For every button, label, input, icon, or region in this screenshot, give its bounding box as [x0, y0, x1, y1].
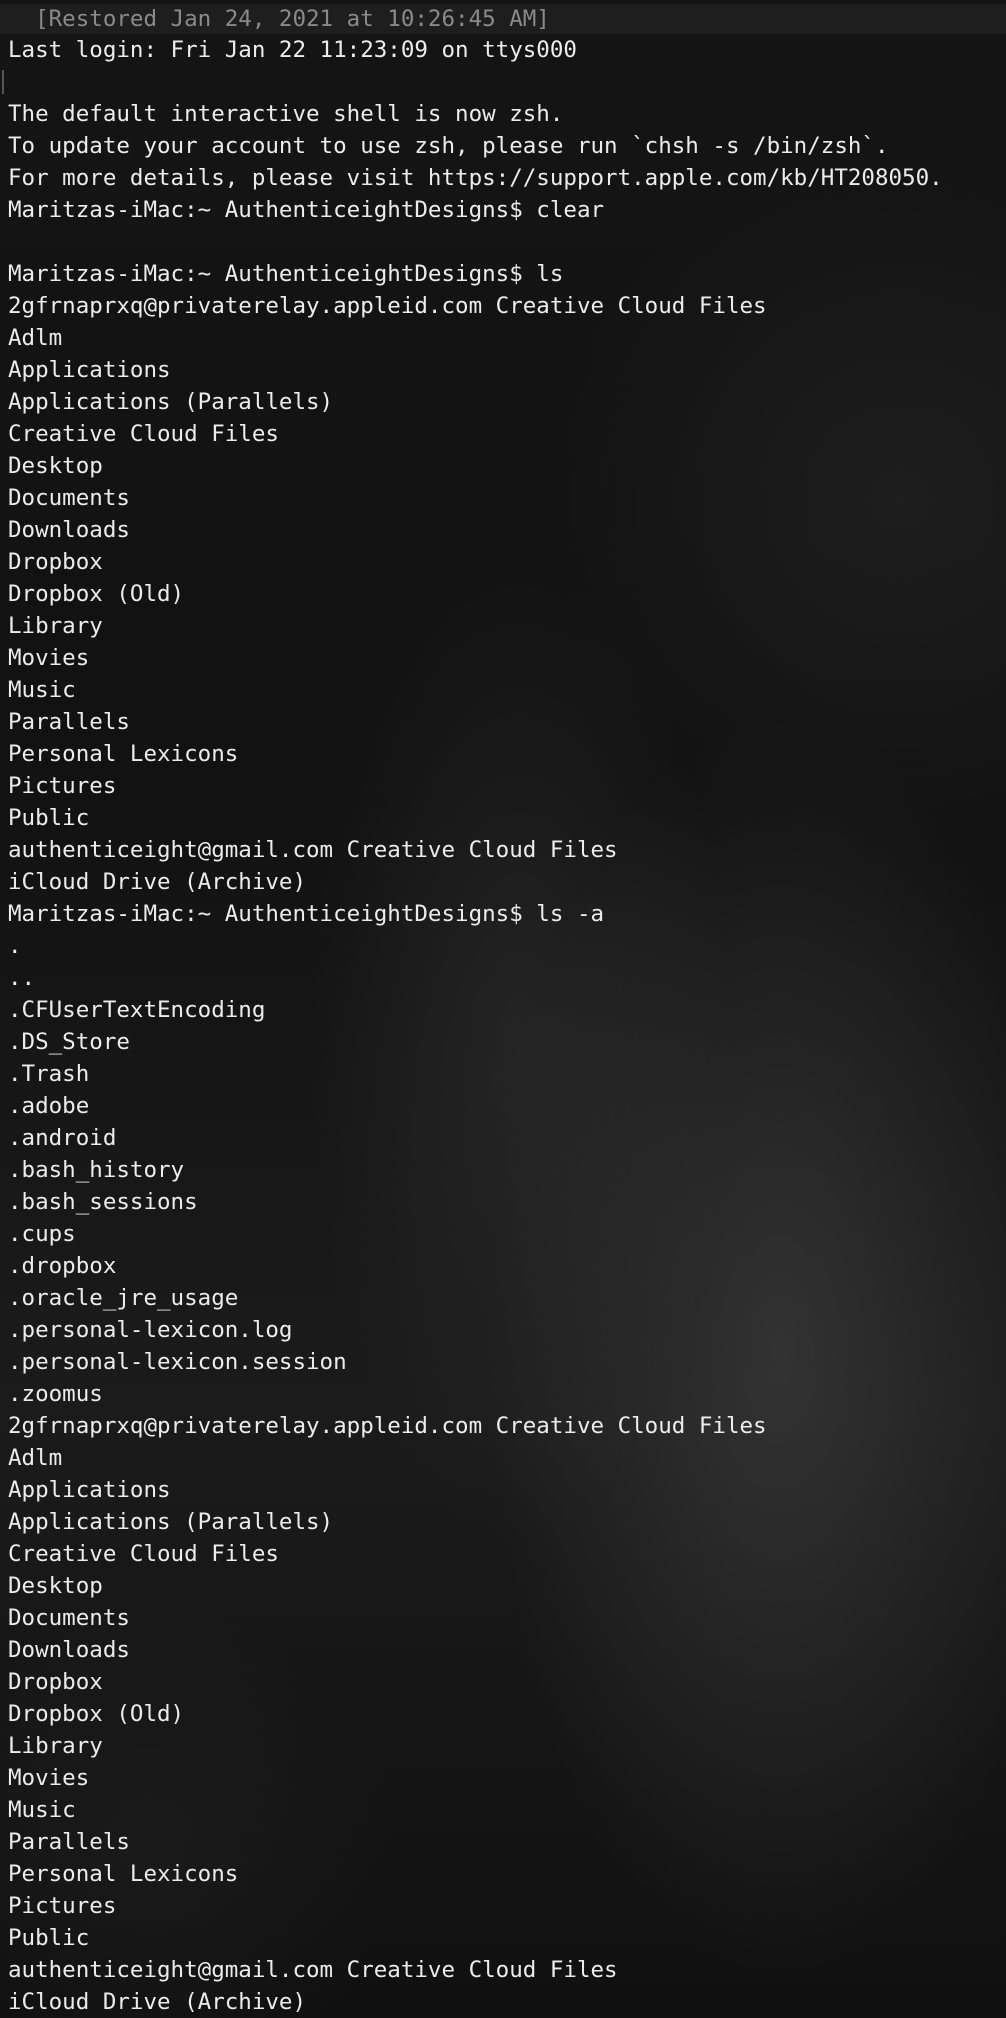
terminal-line: iCloud Drive (Archive): [8, 1989, 307, 2015]
terminal-line: Public: [8, 805, 90, 831]
terminal-line: Maritzas-iMac:~ AuthenticeightDesigns$ l…: [8, 901, 605, 927]
terminal-line: Applications (Parallels): [8, 389, 334, 415]
terminal-line: Movies: [8, 645, 90, 671]
terminal-line: Dropbox (Old): [8, 1701, 185, 1727]
terminal-line: To update your account to use zsh, pleas…: [8, 133, 889, 159]
terminal-line: iCloud Drive (Archive): [8, 869, 307, 895]
terminal-line: .adobe: [8, 1093, 90, 1119]
terminal-line: Personal Lexicons: [8, 741, 239, 767]
terminal-line: .bash_sessions: [8, 1189, 198, 1215]
cursor-marker: [2, 70, 4, 94]
terminal-line: Documents: [8, 485, 130, 511]
terminal-line: authenticeight@gmail.com Creative Cloud …: [8, 837, 618, 863]
terminal-line: Dropbox: [8, 549, 103, 575]
terminal-line: Pictures: [8, 1893, 117, 1919]
terminal-line: Maritzas-iMac:~ AuthenticeightDesigns$ c…: [8, 197, 605, 223]
terminal-line: Applications: [8, 357, 171, 383]
terminal-line: .zoomus: [8, 1381, 103, 1407]
terminal-line: Dropbox: [8, 1669, 103, 1695]
terminal-line: .DS_Store: [8, 1029, 130, 1055]
terminal-line: Adlm: [8, 325, 63, 351]
terminal-line: Maritzas-iMac:~ AuthenticeightDesigns$ l…: [8, 261, 564, 287]
terminal-line: The default interactive shell is now zsh…: [8, 101, 564, 127]
terminal-line: Downloads: [8, 1637, 130, 1663]
terminal-line: Movies: [8, 1765, 90, 1791]
restored-session-text: [Restored Jan 24, 2021 at 10:26:45 AM]: [8, 6, 550, 32]
terminal-line: 2gfrnaprxq@privaterelay.appleid.com Crea…: [8, 293, 767, 319]
terminal-line: 2gfrnaprxq@privaterelay.appleid.com Crea…: [8, 1413, 767, 1439]
terminal-line: .bash_history: [8, 1157, 185, 1183]
terminal-line: Adlm: [8, 1445, 63, 1471]
terminal-line: ..: [8, 965, 36, 991]
terminal-line: .personal-lexicon.log: [8, 1317, 293, 1343]
terminal-line: Documents: [8, 1605, 130, 1631]
terminal-line: Pictures: [8, 773, 117, 799]
terminal-window[interactable]: [Restored Jan 24, 2021 at 10:26:45 AM] L…: [0, 0, 1006, 2018]
terminal-line: Library: [8, 613, 103, 639]
terminal-line: Downloads: [8, 517, 130, 543]
terminal-line: .: [8, 933, 22, 959]
terminal-line: .personal-lexicon.session: [8, 1349, 347, 1375]
terminal-line: .Trash: [8, 1061, 90, 1087]
terminal-line: .oracle_jre_usage: [8, 1285, 239, 1311]
terminal-line: Creative Cloud Files: [8, 421, 279, 447]
terminal-line: Creative Cloud Files: [8, 1541, 279, 1567]
terminal-line: Parallels: [8, 709, 130, 735]
terminal-line: Applications: [8, 1477, 171, 1503]
terminal-line: Music: [8, 677, 76, 703]
terminal-line: Last login: Fri Jan 22 11:23:09 on ttys0…: [8, 37, 577, 63]
terminal-line: Library: [8, 1733, 103, 1759]
terminal-line: Parallels: [8, 1829, 130, 1855]
terminal-line: For more details, please visit https://s…: [8, 165, 943, 191]
terminal-line: authenticeight@gmail.com Creative Cloud …: [8, 1957, 618, 1983]
terminal-line: Desktop: [8, 453, 103, 479]
terminal-line: Music: [8, 1797, 76, 1823]
terminal-line: Public: [8, 1925, 90, 1951]
terminal-line: Personal Lexicons: [8, 1861, 239, 1887]
terminal-line: .CFUserTextEncoding: [8, 997, 266, 1023]
terminal-line: .dropbox: [8, 1253, 117, 1279]
terminal-line: Desktop: [8, 1573, 103, 1599]
terminal-output[interactable]: Last login: Fri Jan 22 11:23:09 on ttys0…: [8, 34, 943, 2018]
terminal-line: .android: [8, 1125, 117, 1151]
terminal-line: Applications (Parallels): [8, 1509, 334, 1535]
terminal-line: .cups: [8, 1221, 76, 1247]
terminal-line: Dropbox (Old): [8, 581, 185, 607]
